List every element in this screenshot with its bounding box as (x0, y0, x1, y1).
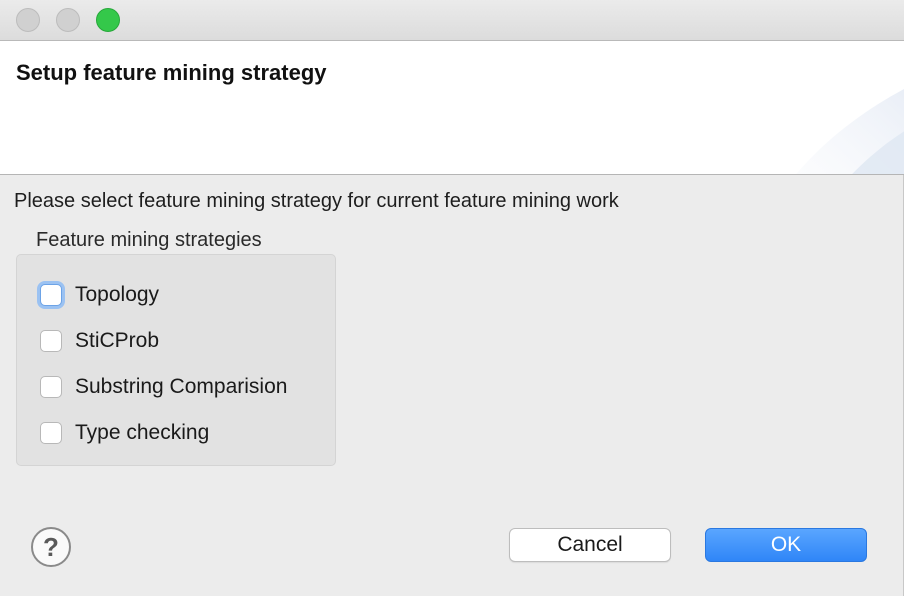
substring-comparision-checkbox[interactable] (40, 376, 62, 398)
title-bar (0, 0, 904, 41)
minimize-window-button[interactable] (56, 8, 80, 32)
option-label: Type checking (75, 421, 210, 444)
dialog-window: Setup feature mining strategy Please sel… (0, 0, 904, 596)
zoom-window-button[interactable] (96, 8, 120, 32)
option-label: Topology (75, 283, 160, 306)
question-mark-icon: ? (43, 531, 59, 562)
type-checking-checkbox[interactable] (40, 422, 62, 444)
option-label: Substring Comparision (75, 375, 288, 398)
banner-decoration (796, 88, 904, 174)
cancel-button[interactable]: Cancel (509, 528, 671, 562)
ok-button[interactable]: OK (705, 528, 867, 562)
option-type-checking[interactable]: Type checking (39, 418, 209, 448)
header-banner: Setup feature mining strategy (0, 41, 904, 175)
strategies-group-label: Feature mining strategies (36, 229, 262, 251)
instruction-text: Please select feature mining strategy fo… (14, 190, 619, 212)
strategies-group: Topology StiCProb Substring Comparision … (16, 254, 336, 466)
close-window-button[interactable] (16, 8, 40, 32)
help-button[interactable]: ? (31, 527, 71, 567)
page-title: Setup feature mining strategy (16, 60, 327, 85)
option-topology[interactable]: Topology (39, 280, 159, 310)
option-sticprob[interactable]: StiCProb (39, 326, 159, 356)
topology-checkbox[interactable] (40, 284, 62, 306)
sticprob-checkbox[interactable] (40, 330, 62, 352)
option-substring-comparision[interactable]: Substring Comparision (39, 372, 287, 402)
option-label: StiCProb (75, 329, 160, 352)
